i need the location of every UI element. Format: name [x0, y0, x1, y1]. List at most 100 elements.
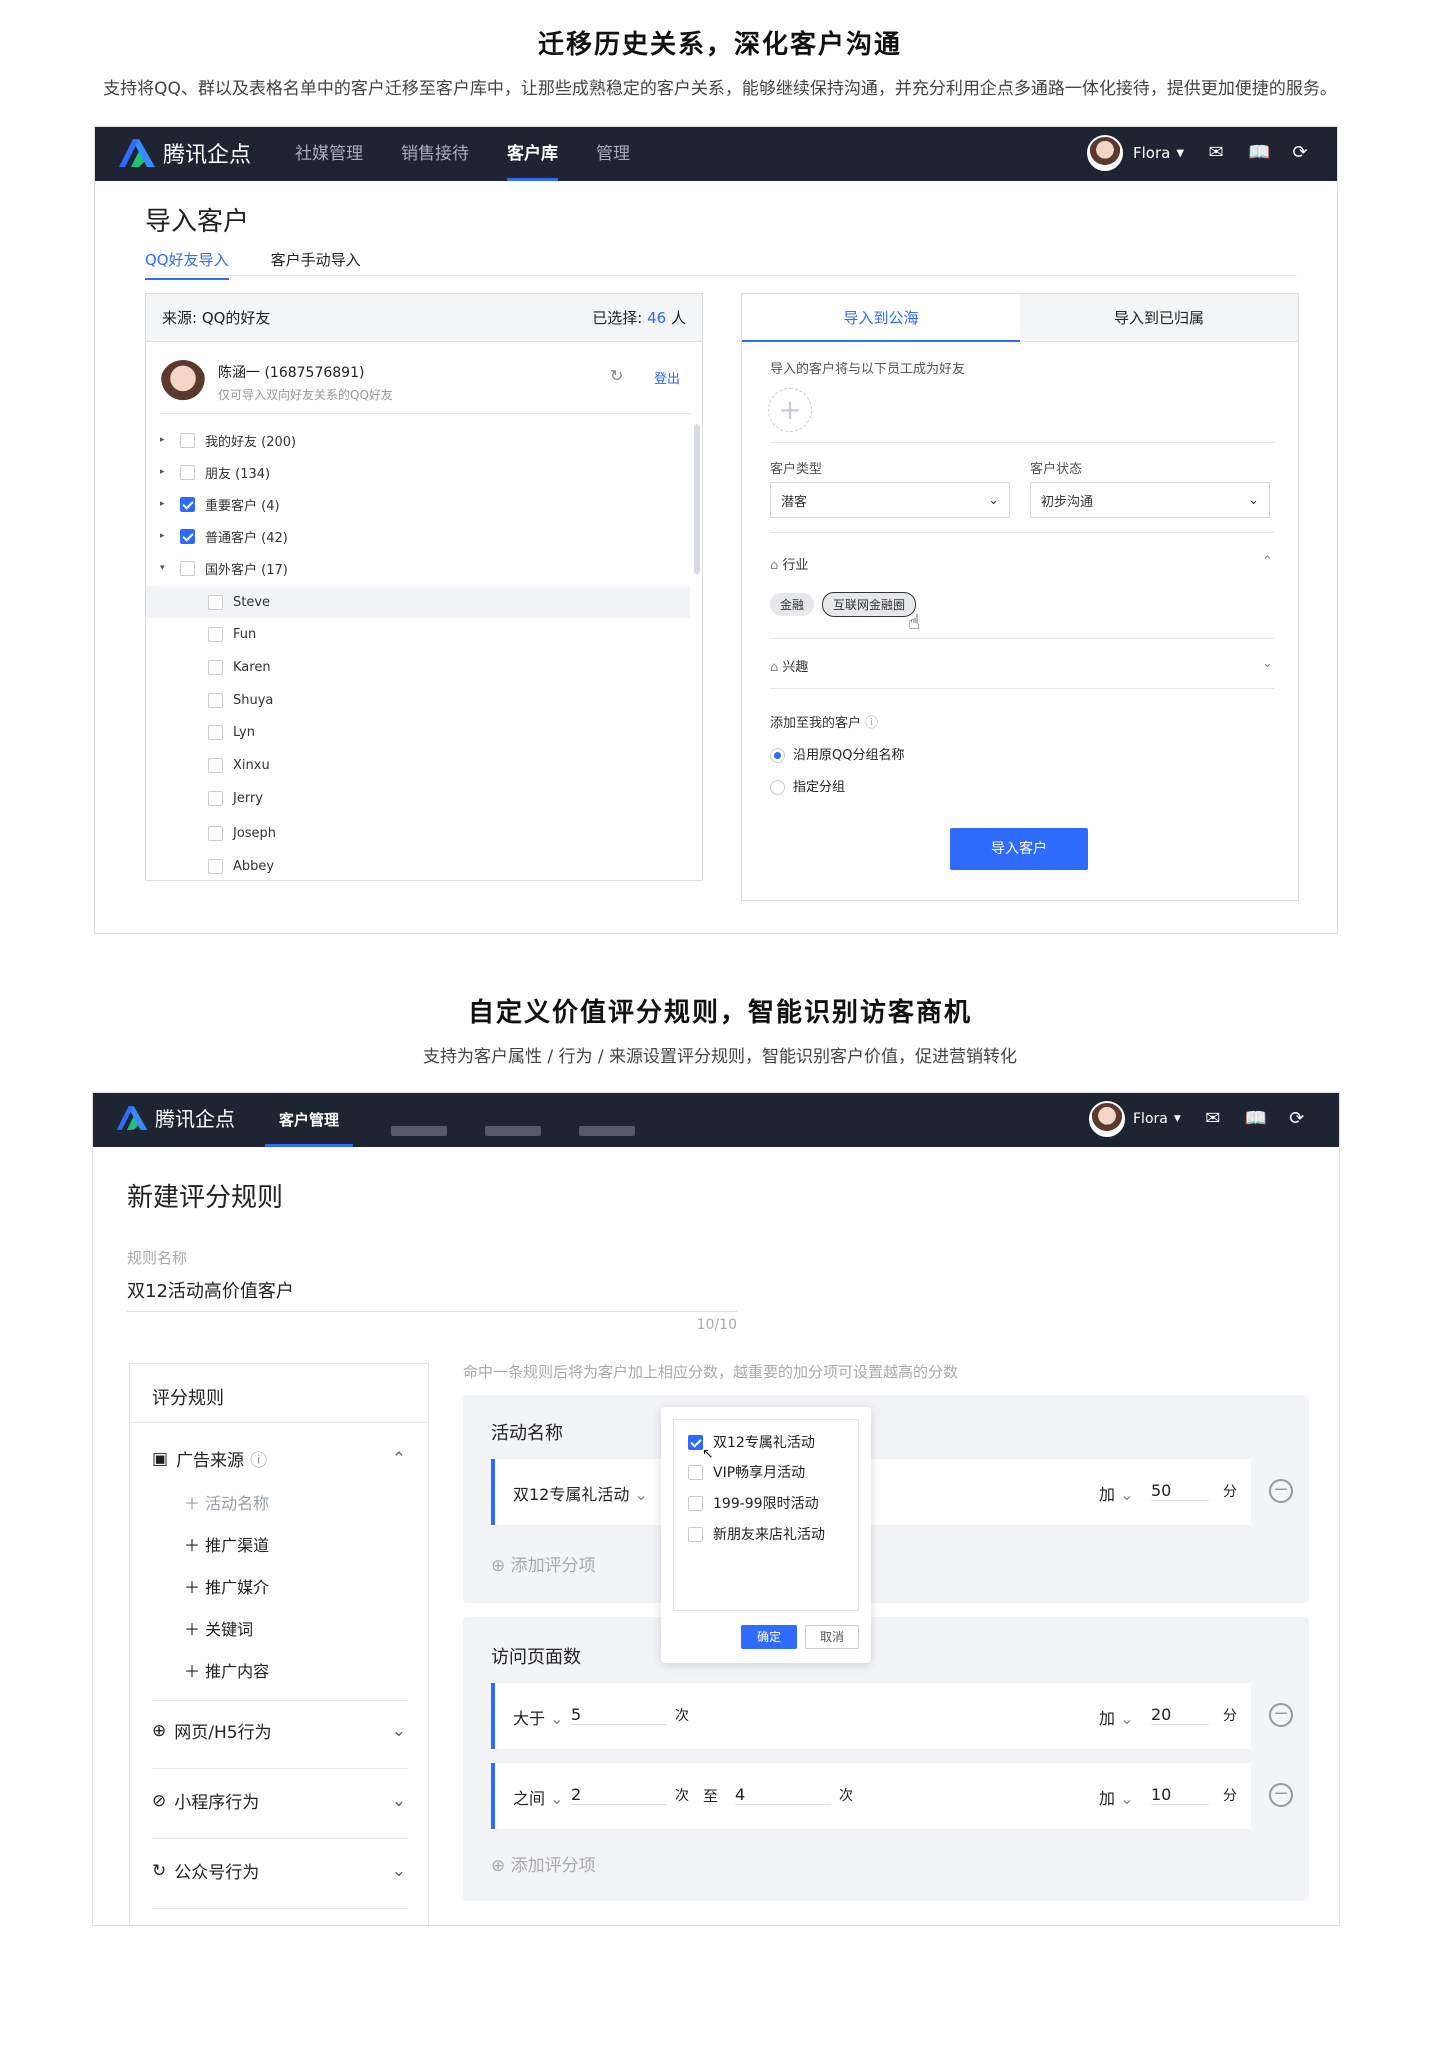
chevron-up-icon[interactable]: ⌃ [392, 1449, 406, 1469]
industry-tag-hover[interactable]: 互联网金融圈 [822, 592, 917, 617]
info-icon[interactable]: ⓘ [250, 1446, 267, 1471]
mail-icon[interactable]: ✉ [1203, 1109, 1223, 1129]
tab-import-to-sea[interactable]: 导入到公海 [742, 293, 1020, 342]
scrollbar[interactable] [694, 424, 700, 574]
friend-row[interactable]: Karen [160, 651, 690, 683]
nav-placeholder[interactable] [391, 1126, 448, 1136]
mail-icon[interactable]: ✉ [1206, 143, 1226, 163]
plus-select[interactable]: 加 ⌄ [1099, 1481, 1134, 1505]
caret-down-icon[interactable]: ▼ [1174, 1114, 1181, 1124]
sidebar-sub-channel[interactable]: ＋ 推广渠道 [184, 1532, 269, 1556]
group-checkbox[interactable] [180, 560, 195, 576]
book-icon[interactable]: 📖 [1248, 143, 1270, 163]
friend-checkbox[interactable] [208, 659, 223, 675]
friend-row[interactable]: Fun [160, 618, 690, 650]
friend-checkbox[interactable] [208, 594, 223, 610]
friend-row[interactable]: Abbey [160, 850, 690, 882]
user-name[interactable]: Flora [1133, 1111, 1168, 1127]
industry-tag[interactable]: 金融 [770, 593, 815, 616]
user-avatar[interactable] [1087, 135, 1123, 171]
user-avatar[interactable] [1089, 1101, 1125, 1137]
friend-checkbox[interactable] [208, 790, 223, 806]
logout-link[interactable]: 登出 [654, 368, 680, 387]
operator-select[interactable]: 之间 ⌄ [513, 1785, 564, 1809]
add-score-item-button[interactable]: ⊕ 添加评分项 [491, 1551, 596, 1576]
cancel-button[interactable]: 取消 [805, 1625, 859, 1649]
chevron-down-icon[interactable]: ⌄ [392, 1721, 406, 1741]
count-input[interactable]: 5 [571, 1705, 667, 1725]
nav-customer-manage[interactable]: 客户管理 [265, 1093, 354, 1147]
logout-icon[interactable]: ⟳ [1287, 1109, 1307, 1129]
sidebar-ad-source[interactable]: ▣ 广告来源 ⓘ ⌃ [130, 1446, 428, 1472]
expand-arrow-icon[interactable]: ▸ [160, 435, 172, 445]
group-checkbox-checked[interactable] [180, 496, 195, 512]
sidebar-sub-keyword[interactable]: ＋ 关键词 [184, 1616, 253, 1640]
expand-arrow-icon[interactable]: ▸ [160, 499, 172, 509]
operator-select[interactable]: 大于 ⌄ [513, 1705, 564, 1729]
rule-name-input[interactable]: 双12活动高价值客户 [127, 1277, 294, 1303]
nav-placeholder[interactable] [485, 1126, 542, 1136]
friend-row[interactable]: Xinxu [160, 749, 690, 781]
radio-keep-group[interactable]: 沿用原QQ分组名称 [770, 744, 904, 763]
friend-checkbox[interactable] [208, 858, 223, 874]
friend-checkbox[interactable] [208, 626, 223, 642]
refresh-icon[interactable]: ↻ [610, 366, 623, 385]
friend-row[interactable]: Jerry [160, 782, 690, 814]
score-input[interactable]: 50 [1151, 1481, 1209, 1501]
remove-rule-icon[interactable]: − [1269, 1783, 1293, 1807]
group-checkbox-checked[interactable] [180, 528, 195, 544]
collapse-arrow-icon[interactable]: ▾ [160, 563, 172, 573]
nav-customer-base[interactable]: 客户库 [507, 127, 558, 181]
remove-rule-icon[interactable]: − [1269, 1703, 1293, 1727]
caret-down-icon[interactable]: ▼ [1176, 148, 1184, 159]
friend-row[interactable]: Shuya [160, 684, 690, 716]
sidebar-miniprogram-behavior[interactable]: ⊘ 小程序行为 ⌄ [130, 1788, 428, 1814]
friend-checkbox[interactable] [208, 757, 223, 773]
option-checkbox[interactable] [688, 1495, 703, 1511]
chevron-down-icon[interactable]: ⌄ [392, 1791, 406, 1811]
expand-arrow-icon[interactable]: ▸ [160, 467, 172, 477]
sidebar-sub-media[interactable]: ＋ 推广媒介 [184, 1574, 269, 1598]
chevron-down-icon[interactable]: ⌄ [1262, 656, 1273, 671]
tab-import-to-owned[interactable]: 导入到已归属 [1020, 307, 1298, 328]
friend-row[interactable]: Steve [146, 586, 690, 618]
friend-checkbox[interactable] [208, 724, 223, 740]
chevron-down-icon[interactable]: ⌄ [392, 1861, 406, 1881]
radio-checked[interactable] [770, 748, 785, 763]
add-staff-icon[interactable]: + [768, 388, 812, 432]
interest-row[interactable]: ⌂ 兴趣 [770, 656, 808, 675]
sidebar-sub-activity[interactable]: ＋ 活动名称 [184, 1490, 269, 1514]
activity-option[interactable]: 199-99限时活动 [688, 1493, 819, 1513]
app-logo[interactable]: 腾讯企点 [117, 137, 251, 169]
option-checkbox[interactable] [688, 1526, 703, 1542]
group-checkbox[interactable] [180, 464, 195, 480]
chevron-up-icon[interactable]: ⌃ [1262, 554, 1273, 569]
nav-social-media[interactable]: 社媒管理 [295, 127, 363, 181]
option-checkbox[interactable] [688, 1464, 703, 1480]
friend-checkbox[interactable] [208, 825, 223, 841]
confirm-button[interactable]: 确定 [741, 1625, 797, 1649]
book-icon[interactable]: 📖 [1245, 1109, 1267, 1129]
nav-placeholder[interactable] [579, 1126, 636, 1136]
plus-select[interactable]: 加 ⌄ [1099, 1785, 1134, 1809]
option-checkbox-checked[interactable] [688, 1434, 703, 1450]
add-score-item-button[interactable]: ⊕ 添加评分项 [491, 1851, 596, 1876]
customer-status-select[interactable]: 初步沟通 ⌄ [1030, 482, 1270, 518]
industry-row[interactable]: ⌂ 行业 [770, 554, 808, 573]
import-customer-button[interactable]: 导入客户 [950, 828, 1088, 870]
activity-select[interactable]: 双12专属礼活动 ⌄ [513, 1481, 648, 1505]
score-input[interactable]: 10 [1151, 1785, 1209, 1805]
friend-row[interactable]: Joseph [160, 817, 690, 849]
activity-option[interactable]: 新朋友来店礼活动 [688, 1524, 825, 1544]
sidebar-official-account-behavior[interactable]: ↻ 公众号行为 ⌄ [130, 1858, 428, 1884]
count-to-input[interactable]: 4 [735, 1785, 831, 1805]
nav-manage[interactable]: 管理 [596, 127, 630, 181]
expand-arrow-icon[interactable]: ▸ [160, 531, 172, 541]
friend-row[interactable]: Lyn [160, 716, 690, 748]
count-from-input[interactable]: 2 [571, 1785, 667, 1805]
activity-option[interactable]: VIP畅享月活动 [688, 1462, 805, 1482]
sidebar-sub-content[interactable]: ＋ 推广内容 [184, 1658, 269, 1682]
info-icon[interactable]: ⓘ [865, 716, 878, 731]
app-logo[interactable]: 腾讯企点 [115, 1103, 235, 1132]
nav-sales-reception[interactable]: 销售接待 [401, 127, 469, 181]
